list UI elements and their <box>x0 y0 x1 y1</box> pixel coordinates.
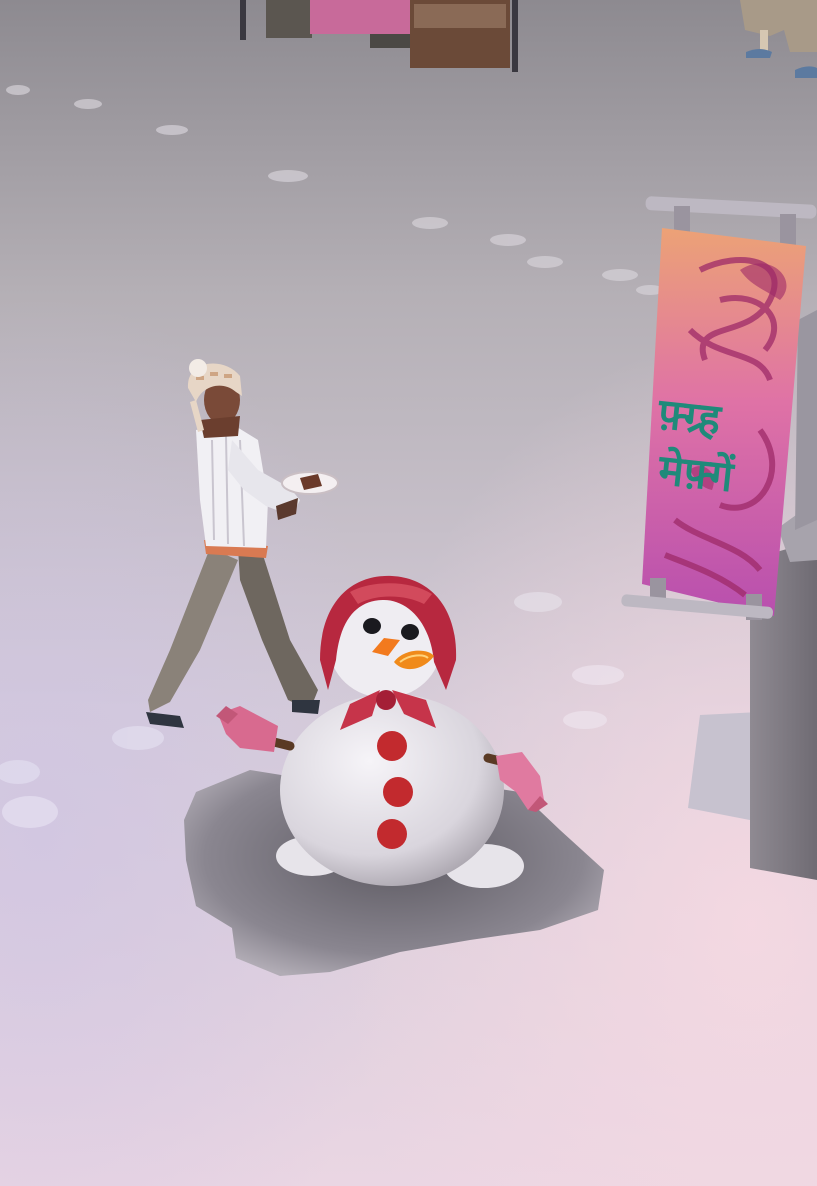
snowman-button <box>383 777 413 807</box>
snowman-button <box>377 819 407 849</box>
hat-pompom <box>189 359 207 377</box>
banner-text-line2: मेफ़्गें <box>655 445 737 502</box>
game-scene: फ़्ग्र्ह मेफ़्गें <box>0 0 817 1186</box>
snowman-eye <box>401 624 419 640</box>
banner-text-line1: फ़्ग्र्ह <box>655 389 725 445</box>
snowman-button <box>377 731 407 761</box>
snowman-eye <box>363 618 381 634</box>
